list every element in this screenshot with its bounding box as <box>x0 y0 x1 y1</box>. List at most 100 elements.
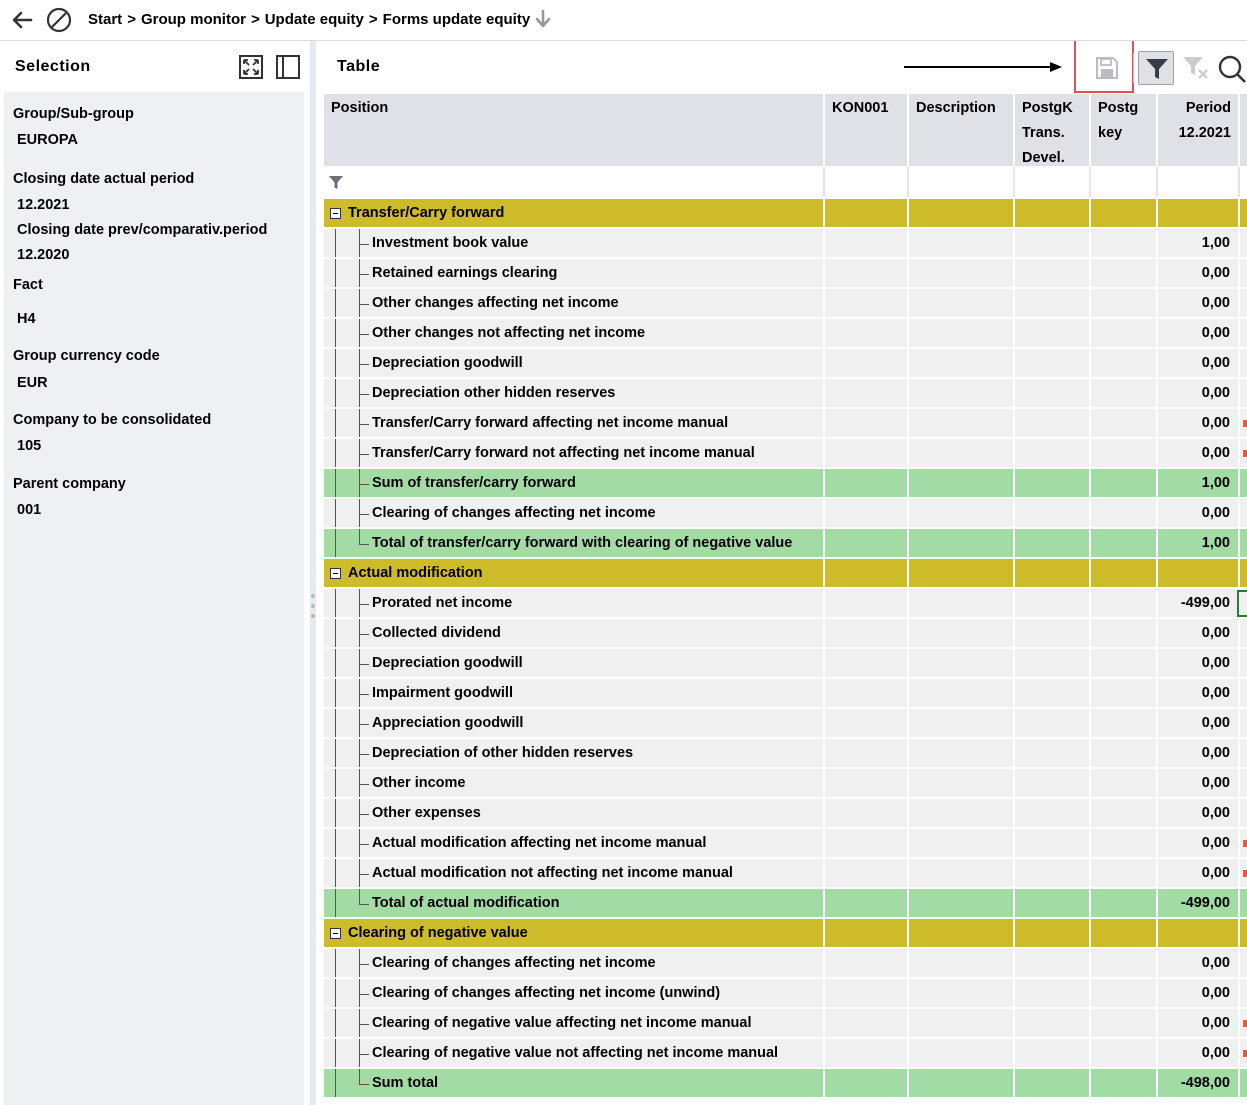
table-row[interactable]: Clearing of changes affecting net income… <box>324 499 1247 529</box>
table-row[interactable]: Retained earnings clearing 0,00 <box>324 259 1247 289</box>
table-cell <box>1091 1039 1158 1069</box>
column-header-postg-key[interactable]: Postg key <box>1091 94 1156 166</box>
save-icon[interactable] <box>1095 56 1119 80</box>
filter-cell[interactable] <box>909 167 1015 197</box>
table-row[interactable]: Appreciation goodwill 0,00 <box>324 709 1247 739</box>
period-value-cell[interactable]: -498,00 <box>1158 1069 1240 1099</box>
tree-line <box>360 274 369 275</box>
table-row[interactable]: Prorated net income -499,00 <box>324 589 1247 619</box>
filter-cell[interactable] <box>1015 167 1091 197</box>
period-value-cell[interactable]: 0,00 <box>1158 259 1240 289</box>
table-row[interactable]: Clearing of negative value affecting net… <box>324 1009 1247 1039</box>
table-group-row[interactable]: Actual modification <box>324 559 1247 589</box>
period-value-cell[interactable]: 0,00 <box>1158 1039 1240 1069</box>
collapse-minus-icon[interactable] <box>330 568 341 579</box>
period-value-cell[interactable]: 0,00 <box>1158 679 1240 709</box>
maximize-icon[interactable] <box>239 55 263 79</box>
period-value-cell[interactable]: 0,00 <box>1158 409 1240 439</box>
period-value-cell[interactable]: 0,00 <box>1158 289 1240 319</box>
cancel-icon[interactable] <box>46 7 72 33</box>
table-row[interactable]: Depreciation goodwill 0,00 <box>324 649 1247 679</box>
period-value-cell[interactable]: 0,00 <box>1158 649 1240 679</box>
download-arrow-icon[interactable] <box>534 9 552 31</box>
filter-cell[interactable] <box>1091 167 1158 197</box>
period-value-cell[interactable]: 0,00 <box>1158 799 1240 829</box>
table-row[interactable]: Clearing of changes affecting net income… <box>324 949 1247 979</box>
period-value-cell[interactable]: -499,00 <box>1158 589 1240 619</box>
table-row[interactable]: Other changes affecting net income 0,00 <box>324 289 1247 319</box>
table-row[interactable]: Transfer/Carry forward not affecting net… <box>324 439 1247 469</box>
table-group-row[interactable]: Clearing of negative value <box>324 919 1247 949</box>
filter-cell[interactable] <box>1240 167 1247 197</box>
period-value-cell[interactable]: 0,00 <box>1158 349 1240 379</box>
table-cell <box>1091 589 1158 619</box>
period-value-cell[interactable]: 0,00 <box>1158 499 1240 529</box>
table-row[interactable]: Actual modification affecting net income… <box>324 829 1247 859</box>
table-cell <box>1240 979 1247 1009</box>
column-header-period[interactable]: Period 12.2021 <box>1158 94 1238 166</box>
column-header-kon001[interactable]: KON001 <box>825 94 907 166</box>
table-cell <box>909 769 1015 799</box>
table-sum-row[interactable]: Sum total -498,00 <box>324 1069 1247 1099</box>
period-value-cell[interactable]: 0,00 <box>1158 619 1240 649</box>
table-group-row[interactable]: Transfer/Carry forward <box>324 199 1247 229</box>
table-row[interactable]: Clearing of changes affecting net income… <box>324 979 1247 1009</box>
table-row[interactable]: Depreciation goodwill 0,00 <box>324 349 1247 379</box>
search-icon[interactable] <box>1217 54 1247 84</box>
table-row[interactable]: Other changes not affecting net income 0,… <box>324 319 1247 349</box>
table-cell <box>1091 289 1158 319</box>
period-value-cell[interactable]: 0,00 <box>1158 379 1240 409</box>
table-row[interactable]: Impairment goodwill 0,00 <box>324 679 1247 709</box>
breadcrumb-item[interactable]: Start <box>88 11 122 28</box>
table-sum-row[interactable]: Sum of transfer/carry forward 1,00 <box>324 469 1247 499</box>
period-value-cell[interactable]: 1,00 <box>1158 529 1240 559</box>
clear-filter-icon[interactable] <box>1182 55 1210 81</box>
table-row[interactable]: Transfer/Carry forward affecting net inc… <box>324 409 1247 439</box>
period-value-cell[interactable]: 0,00 <box>1158 829 1240 859</box>
period-value-cell[interactable]: 1,00 <box>1158 229 1240 259</box>
period-value-cell[interactable]: -499,00 <box>1158 889 1240 919</box>
table-sum-row[interactable]: Total of transfer/carry forward with cle… <box>324 529 1247 559</box>
period-value-cell[interactable]: 0,00 <box>1158 709 1240 739</box>
column-header-description[interactable]: Description <box>909 94 1013 166</box>
selection-title: Selection <box>15 58 91 75</box>
collapse-minus-icon[interactable] <box>330 928 341 939</box>
selection-panel: Selection Group/Sub-group EUROPA Closing d… <box>0 41 306 1105</box>
back-arrow-icon[interactable] <box>10 8 34 32</box>
panel-splitter[interactable] <box>306 41 320 1105</box>
period-value-cell[interactable]: 1,00 <box>1158 469 1240 499</box>
group-label: Clearing of negative value <box>348 925 528 941</box>
column-filter-icon[interactable] <box>328 175 344 191</box>
tree-line <box>360 754 369 755</box>
filter-cell[interactable] <box>825 167 909 197</box>
period-value-cell[interactable]: 0,00 <box>1158 319 1240 349</box>
table-sum-row[interactable]: Total of actual modification -499,00 <box>324 889 1247 919</box>
period-value-cell[interactable]: 0,00 <box>1158 859 1240 889</box>
period-value-cell[interactable]: 0,00 <box>1158 979 1240 1009</box>
filter-cell[interactable] <box>324 167 825 197</box>
table-row[interactable]: Other expenses 0,00 <box>324 799 1247 829</box>
breadcrumb-item[interactable]: Update equity <box>265 11 364 28</box>
drag-handle-icon[interactable] <box>311 594 315 624</box>
collapse-minus-icon[interactable] <box>330 208 341 219</box>
period-value-cell[interactable]: 0,00 <box>1158 949 1240 979</box>
collapse-panel-icon[interactable] <box>276 55 300 79</box>
period-value-cell[interactable]: 0,00 <box>1158 769 1240 799</box>
table-cell <box>1240 799 1247 829</box>
table-row[interactable]: Collected dividend 0,00 <box>324 619 1247 649</box>
table-row[interactable]: Clearing of negative value not affecting… <box>324 1039 1247 1069</box>
filter-cell[interactable] <box>1158 167 1240 197</box>
table-row[interactable]: Other income 0,00 <box>324 769 1247 799</box>
period-value-cell[interactable]: 0,00 <box>1158 739 1240 769</box>
table-row[interactable]: Depreciation of other hidden reserves 0,0… <box>324 739 1247 769</box>
table-cell <box>1091 1009 1158 1039</box>
table-row[interactable]: Investment book value 1,00 <box>324 229 1247 259</box>
filter-button[interactable] <box>1138 51 1174 85</box>
column-header-position[interactable]: Position <box>324 94 823 166</box>
breadcrumb-item[interactable]: Group monitor <box>141 11 246 28</box>
period-value-cell[interactable]: 0,00 <box>1158 439 1240 469</box>
table-row[interactable]: Actual modification not affecting net in… <box>324 859 1247 889</box>
period-value-cell[interactable]: 0,00 <box>1158 1009 1240 1039</box>
column-header-postgk-trans-devel[interactable]: PostgK Trans. Devel. <box>1015 94 1089 166</box>
table-row[interactable]: Depreciation other hidden reserves 0,00 <box>324 379 1247 409</box>
